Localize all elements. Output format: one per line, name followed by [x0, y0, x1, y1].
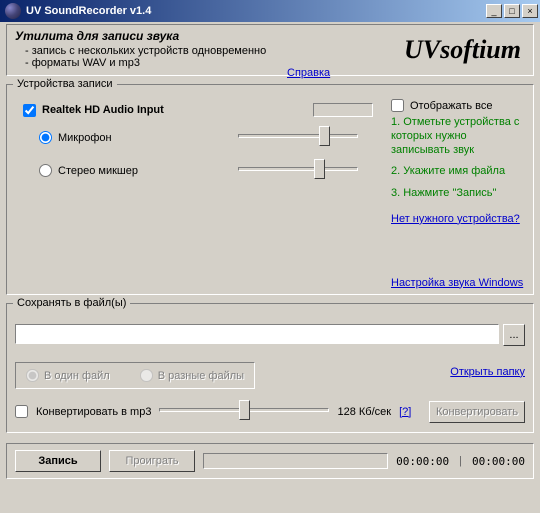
feature-item: запись с нескольких устройств одновремен…: [25, 45, 404, 57]
time-elapsed: 00:00:00: [396, 455, 449, 468]
device-name: Realtek HD Audio Input: [42, 104, 164, 116]
step-hint: 3. Нажмите "Запись": [391, 187, 525, 201]
window-title: UV SoundRecorder v1.4: [26, 5, 484, 17]
one-file-radio: [26, 369, 39, 382]
one-file-radio-label: В один файл: [26, 369, 110, 382]
devices-group: Устройства записи Realtek HD Audio Input…: [6, 84, 534, 295]
mixer-volume-slider[interactable]: [238, 158, 358, 180]
file-mode-panel: В один файл В разные файлы: [15, 362, 255, 389]
feature-item: форматы WAV и mp3: [25, 57, 404, 69]
mic-volume-slider[interactable]: [238, 125, 358, 147]
progress-bar: [203, 453, 388, 469]
open-folder-link[interactable]: Открыть папку: [450, 366, 525, 378]
save-path-input[interactable]: [15, 324, 499, 344]
mp3-bitrate-slider[interactable]: [159, 399, 329, 421]
brand-logo: UVsoftium: [404, 35, 521, 65]
play-button: Проиграть: [109, 450, 195, 472]
app-icon: [5, 3, 21, 19]
header-panel: Утилита для записи звука запись с нескол…: [6, 24, 534, 76]
show-all-label: Отображать все: [410, 100, 493, 112]
multi-file-radio-label: В разные файлы: [140, 369, 244, 382]
step-hint: 2. Укажите имя файла: [391, 165, 525, 179]
mp3-convert-checkbox[interactable]: [15, 405, 28, 418]
device-enable-checkbox[interactable]: [23, 104, 36, 117]
convert-button: Конвертировать: [429, 401, 525, 423]
mp3-convert-label: Конвертировать в mp3: [36, 406, 151, 418]
record-button[interactable]: Запись: [15, 450, 101, 472]
maximize-button[interactable]: □: [504, 4, 520, 18]
devices-legend: Устройства записи: [13, 78, 117, 90]
device-level-meter: [313, 103, 373, 117]
step-hint: 1. Отметьте устройства с которых нужно з…: [391, 116, 525, 157]
input-mic-label: Микрофон: [58, 132, 178, 144]
input-mixer-radio[interactable]: [39, 164, 52, 177]
time-total: 00:00:00: [472, 455, 525, 468]
browse-button[interactable]: ...: [503, 324, 525, 346]
close-button[interactable]: ×: [522, 4, 538, 18]
mp3-bitrate-value: 128 Кб/сек: [337, 406, 391, 418]
minimize-button[interactable]: _: [486, 4, 502, 18]
titlebar[interactable]: UV SoundRecorder v1.4 _ □ ×: [0, 0, 540, 22]
transport-panel: Запись Проиграть 00:00:00 | 00:00:00: [6, 443, 534, 479]
save-legend: Сохранять в файл(ы): [13, 297, 130, 309]
no-device-link[interactable]: Нет нужного устройства?: [391, 213, 525, 227]
multi-file-radio: [140, 369, 153, 382]
mp3-help-link[interactable]: [?]: [399, 406, 411, 418]
show-all-checkbox[interactable]: [391, 99, 404, 112]
windows-sound-link[interactable]: Настройка звука Windows: [391, 277, 525, 291]
device-panel: Realtek HD Audio Input Микрофон Стерео м…: [15, 99, 379, 201]
help-link[interactable]: Справка: [287, 67, 330, 79]
save-group: Сохранять в файл(ы) ... В один файл В ра…: [6, 303, 534, 433]
app-tagline: Утилита для записи звука: [15, 29, 404, 43]
time-separator: |: [459, 455, 462, 467]
input-mixer-label: Стерео микшер: [58, 165, 178, 177]
input-mic-radio[interactable]: [39, 131, 52, 144]
